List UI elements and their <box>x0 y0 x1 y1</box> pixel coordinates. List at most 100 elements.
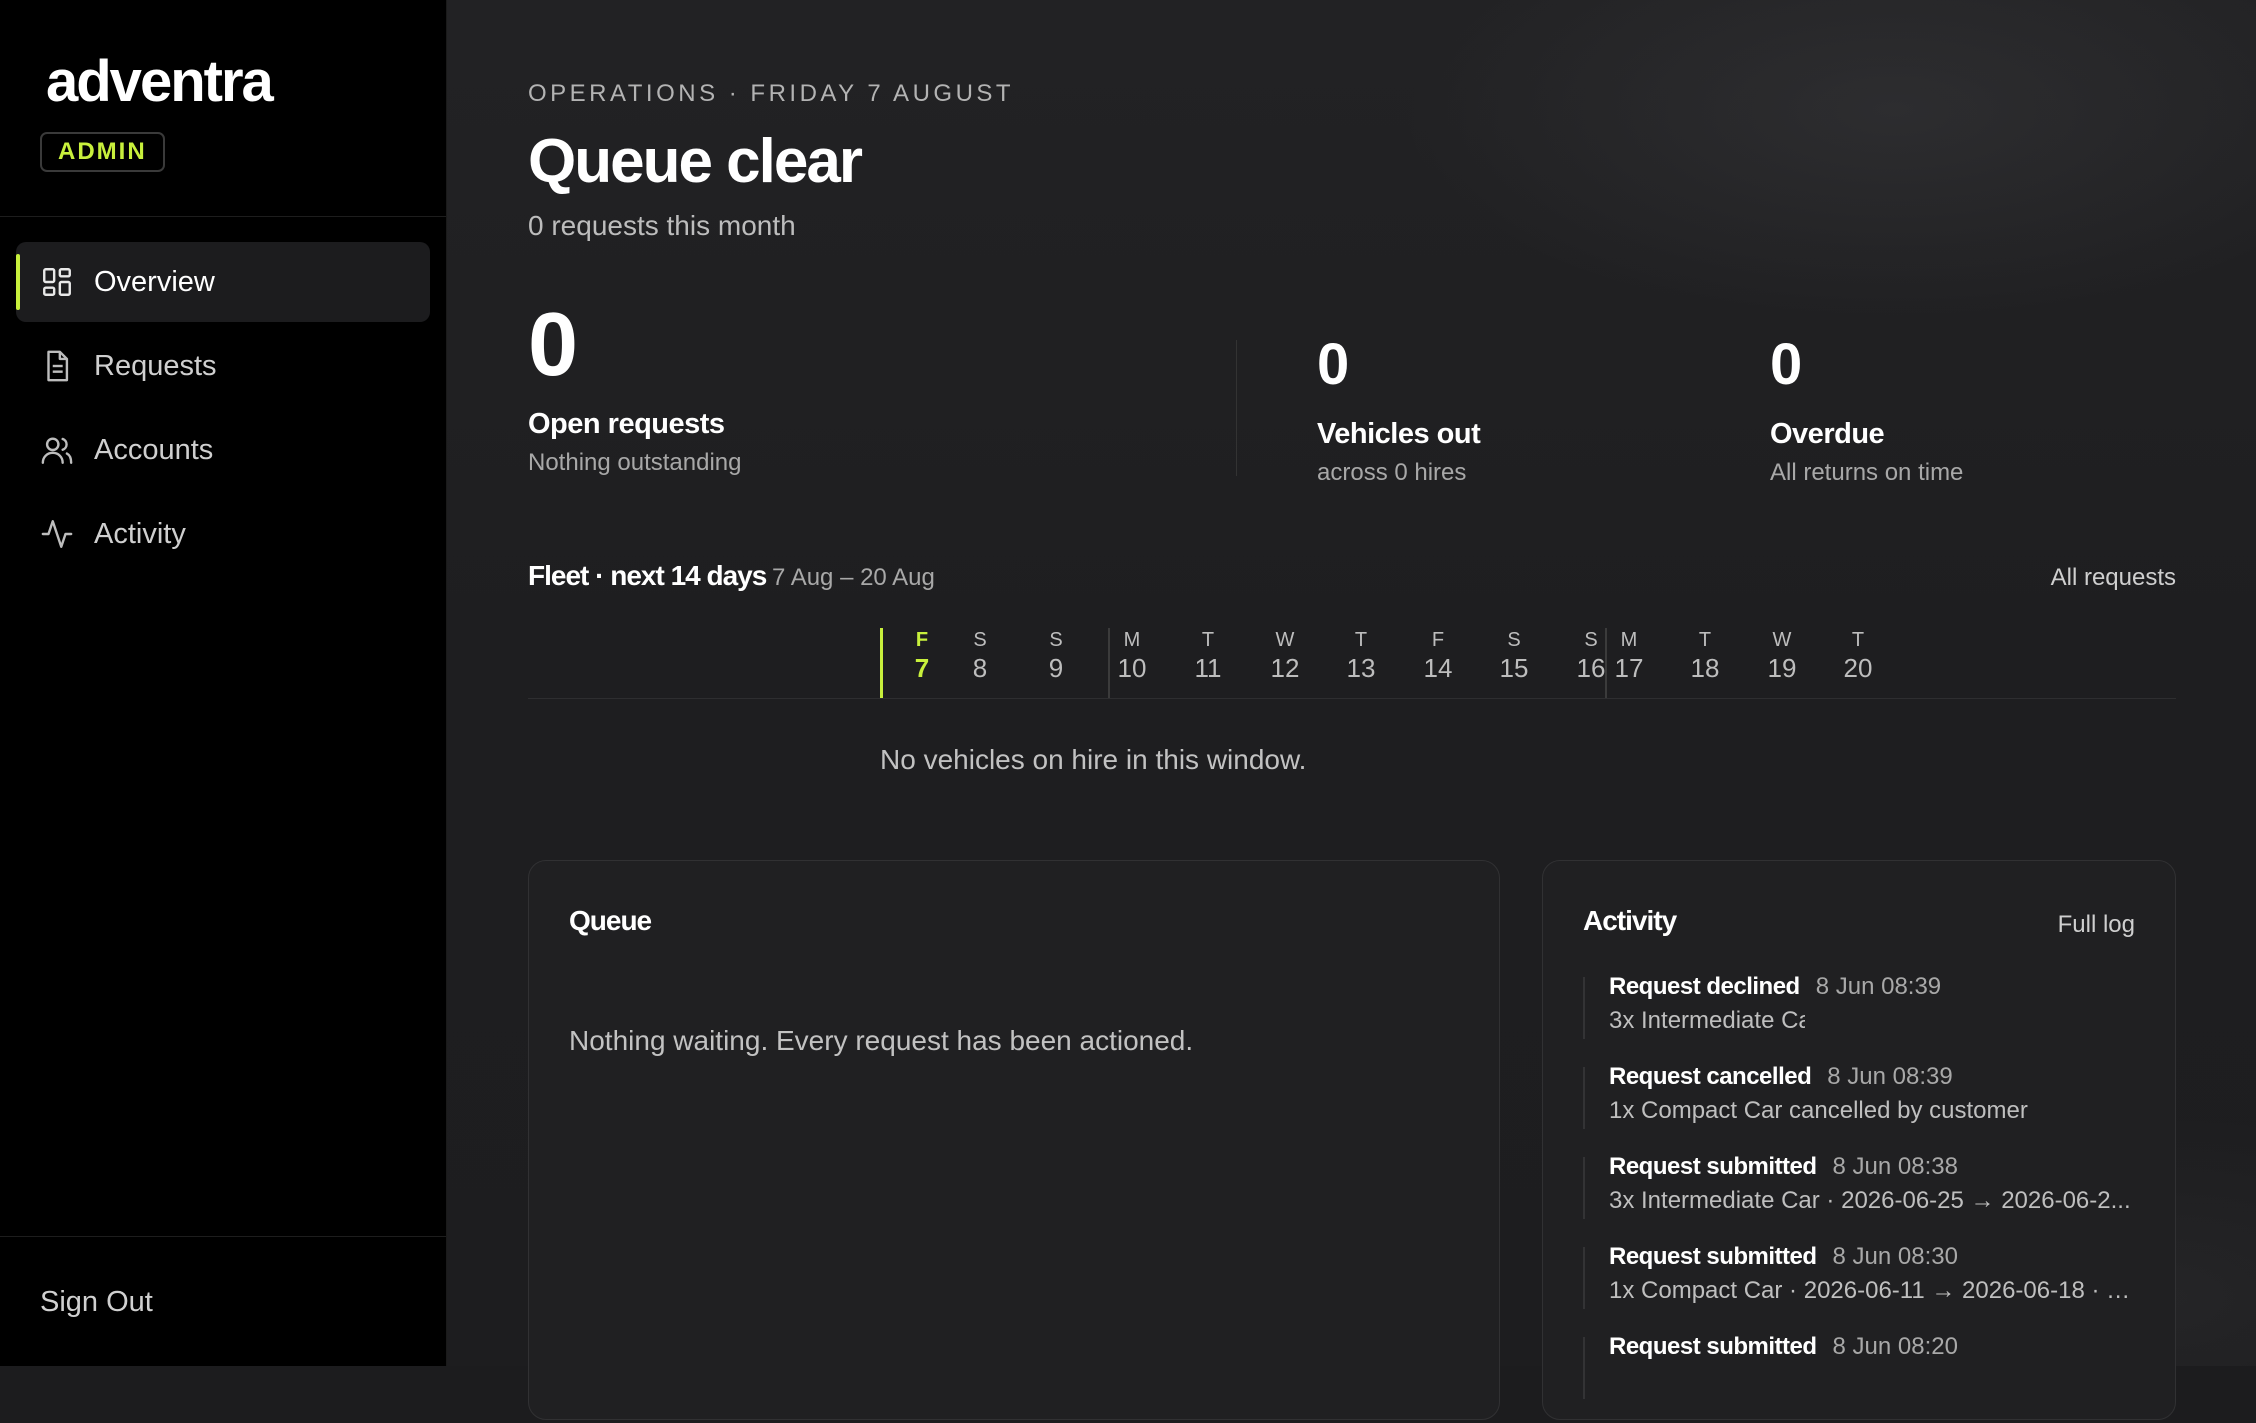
fleet-empty-message: No vehicles on hire in this window. <box>880 744 1307 775</box>
queue-title: Queue <box>569 905 652 936</box>
calendar-day[interactable]: F 14 <box>1400 628 1476 698</box>
sidebar-item-label: Activity <box>94 517 186 550</box>
day-letter: W <box>1275 629 1295 651</box>
activity-item-time: 8 Jun 08:20 <box>1832 1333 1958 1360</box>
calendar-day[interactable]: M 17 <box>1591 628 1667 698</box>
stat-vehicles-out: 0 Vehicles out across 0 hires <box>1317 332 1481 487</box>
calendar-day[interactable]: T 20 <box>1820 628 1896 698</box>
today-marker <box>880 628 883 698</box>
day-letter: T <box>1201 629 1215 651</box>
activity-item[interactable]: Request submitted 8 Jun 08:20 <box>1583 1333 2143 1423</box>
queue-card: Queue Nothing waiting. Every request has… <box>528 860 1500 1420</box>
sidebar-item-activity[interactable]: Activity <box>16 494 430 574</box>
day-number: 12 <box>1270 653 1300 683</box>
stat-value: 0 <box>1317 332 1350 397</box>
activity-item-detail: 1x Compact Car cancelled by customer <box>1609 1097 2028 1124</box>
activity-item-title: Request cancelled <box>1609 1063 1812 1090</box>
activity-item-time: 8 Jun 08:38 <box>1832 1153 1958 1180</box>
day-letter: S <box>1507 629 1521 651</box>
stat-value: 0 <box>528 295 579 395</box>
day-number: 17 <box>1614 653 1644 683</box>
day-letter: S <box>1049 629 1063 651</box>
stat-sub: across 0 hires <box>1317 459 1467 486</box>
day-letter: M <box>1123 629 1141 651</box>
day-number: 15 <box>1499 653 1529 683</box>
users-icon <box>40 433 74 467</box>
page-subtitle: 0 requests this month <box>528 210 796 241</box>
day-number: 9 <box>1048 653 1064 683</box>
calendar-day[interactable]: S 15 <box>1476 628 1552 698</box>
calendar-day[interactable]: T 18 <box>1667 628 1743 698</box>
day-number: 8 <box>972 653 988 683</box>
activity-item-detail: 1x Compact Car · 2026-06-11 → 2026-06-18… <box>1609 1277 2143 1304</box>
fleet-calendar: F 7 S 8 S 9 M 10 T 11 W 12 T 13 F 14 S 1… <box>880 628 2176 698</box>
calendar-day[interactable]: T 13 <box>1323 628 1399 698</box>
main-content: OPERATIONS · FRIDAY 7 AUGUST Queue clear… <box>528 0 2176 1420</box>
stat-sub: Nothing outstanding <box>528 449 742 476</box>
activity-item[interactable]: Request declined 8 Jun 08:39 3x Intermed… <box>1583 973 2143 1063</box>
calendar-day[interactable]: S 8 <box>942 628 1018 698</box>
stat-label: Open requests <box>528 408 725 440</box>
day-number: 19 <box>1767 653 1797 683</box>
page-title: Queue clear <box>528 127 863 196</box>
all-requests-link[interactable]: All requests <box>2051 564 2176 592</box>
page-eyebrow: OPERATIONS · FRIDAY 7 AUGUST <box>528 80 1015 107</box>
activity-item[interactable]: Request submitted 8 Jun 08:30 1x Compact… <box>1583 1243 2143 1333</box>
sidebar-divider <box>0 216 446 217</box>
day-number: 11 <box>1194 653 1222 683</box>
day-letter: T <box>1851 629 1865 651</box>
sign-out-button[interactable]: Sign Out <box>40 1286 153 1319</box>
sidebar: adventra ADMIN Overview Requests Account… <box>0 0 447 1366</box>
day-letter: T <box>1698 629 1712 651</box>
stat-label: Overdue <box>1770 418 1885 450</box>
fleet-date-range: 7 Aug – 20 Aug <box>772 564 935 591</box>
activity-item-detail: 3x Intermediate Car · 2026-06-25 → 2026-… <box>1609 1187 2131 1214</box>
sidebar-item-overview[interactable]: Overview <box>16 242 430 322</box>
activity-item[interactable]: Request cancelled 8 Jun 08:39 1x Compact… <box>1583 1063 2143 1153</box>
queue-empty-message: Nothing waiting. Every request has been … <box>569 1025 1194 1056</box>
sidebar-item-label: Overview <box>94 265 215 298</box>
stat-divider <box>1236 340 1237 476</box>
full-log-link[interactable]: Full log <box>2058 911 2135 939</box>
day-letter: F <box>1431 629 1445 651</box>
brand-logo[interactable]: adventra <box>46 48 274 115</box>
day-letter: T <box>1354 629 1368 651</box>
activity-item-title: Request submitted <box>1609 1153 1817 1180</box>
calendar-day[interactable]: W 12 <box>1247 628 1323 698</box>
sidebar-nav: Overview Requests Accounts Activity <box>16 242 430 578</box>
activity-item-title: Request declined <box>1609 973 1800 1000</box>
pulse-icon <box>40 517 74 551</box>
stat-value: 0 <box>1770 332 1803 397</box>
activity-item-time: 8 Jun 08:39 <box>1815 973 1942 1000</box>
activity-item[interactable]: Request submitted 8 Jun 08:38 3x Interme… <box>1583 1153 2143 1243</box>
stat-open-requests: 0 Open requests Nothing outstanding <box>528 300 742 477</box>
sidebar-item-label: Accounts <box>94 433 214 466</box>
calendar-day[interactable]: S 9 <box>1018 628 1094 698</box>
activity-item-title: Request submitted <box>1609 1243 1817 1270</box>
sidebar-item-label: Requests <box>94 349 217 382</box>
calendar-day[interactable]: W 19 <box>1744 628 1820 698</box>
sidebar-footer-divider <box>0 1236 446 1237</box>
activity-item-time: 8 Jun 08:39 <box>1827 1063 1953 1090</box>
activity-feed: Request declined 8 Jun 08:39 3x Intermed… <box>1583 973 2143 1423</box>
admin-badge: ADMIN <box>40 132 165 172</box>
document-icon <box>40 349 74 383</box>
fleet-title: Fleet · next 14 days <box>528 560 767 591</box>
day-number: 18 <box>1690 653 1720 683</box>
calendar-day[interactable]: T 11 <box>1170 628 1246 698</box>
stat-label: Vehicles out <box>1317 418 1481 450</box>
day-letter: W <box>1772 629 1792 651</box>
day-letter: S <box>973 629 987 651</box>
grid-icon <box>40 265 74 299</box>
activity-card: Activity Full log Request declined 8 Jun… <box>1542 860 2176 1420</box>
sidebar-item-requests[interactable]: Requests <box>16 326 430 406</box>
calendar-day[interactable]: M 10 <box>1094 628 1170 698</box>
day-number: 10 <box>1117 653 1147 683</box>
activity-item-detail: 3x Intermediate Ca <box>1609 1007 1805 1034</box>
stat-sub: All returns on time <box>1770 459 1964 486</box>
sidebar-item-accounts[interactable]: Accounts <box>16 410 430 490</box>
activity-title: Activity <box>1583 905 1677 936</box>
fleet-divider <box>528 698 2176 699</box>
activity-item-title: Request submitted <box>1609 1333 1817 1360</box>
activity-item-time: 8 Jun 08:30 <box>1832 1243 1958 1270</box>
